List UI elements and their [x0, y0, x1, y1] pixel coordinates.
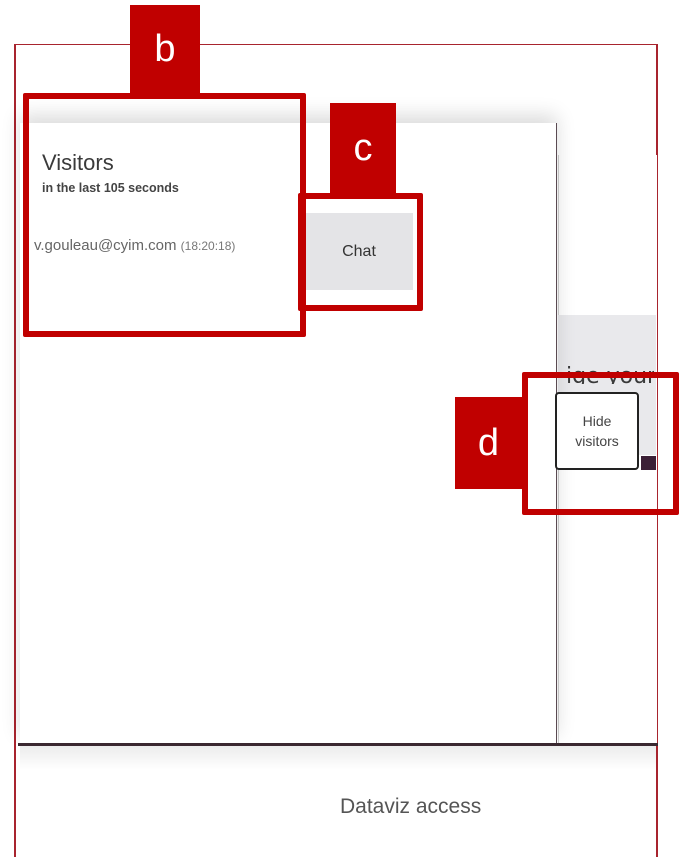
annotation-label-b: b — [130, 5, 200, 93]
annotation-box-c — [298, 193, 423, 311]
annotation-label-c: c — [330, 103, 396, 193]
dataviz-access-link[interactable]: Dataviz access — [340, 795, 481, 819]
annotation-box-d — [522, 372, 679, 515]
annotation-box-b — [23, 93, 306, 337]
annotation-label-d: d — [455, 397, 522, 489]
footer-shadow — [20, 746, 656, 770]
